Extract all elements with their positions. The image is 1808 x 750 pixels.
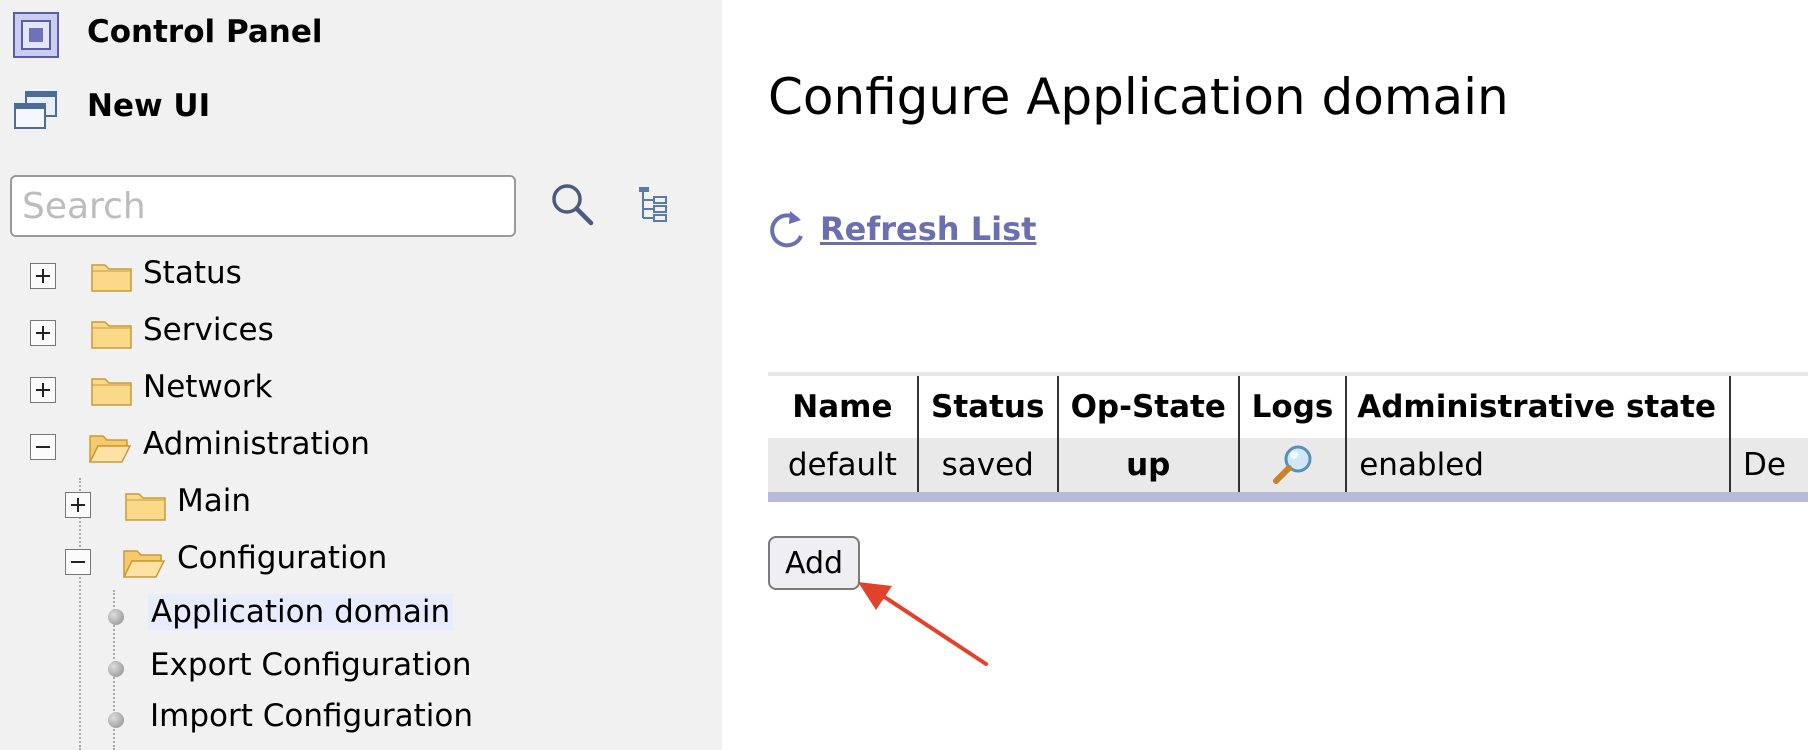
table-header-row: Name Status Op-State Logs Administrative… — [768, 372, 1808, 438]
refresh-list-link[interactable]: Refresh List — [768, 208, 1036, 250]
cell-op-state: up — [1057, 438, 1240, 498]
control-panel-icon — [13, 12, 59, 58]
expand-icon[interactable] — [30, 263, 56, 289]
leaf-bullet-icon — [108, 712, 124, 728]
expand-icon[interactable] — [30, 377, 56, 403]
search-icon — [552, 184, 594, 226]
collapse-icon[interactable] — [30, 434, 56, 460]
expand-icon[interactable] — [65, 492, 91, 518]
leaf-bullet-icon — [108, 609, 124, 625]
column-header-administrative-state[interactable]: Administrative state — [1346, 372, 1732, 438]
annotation-arrow-icon — [858, 582, 988, 666]
cell-extra[interactable]: De — [1730, 438, 1808, 498]
search-input[interactable] — [12, 177, 514, 235]
cell-administrative-state: enabled — [1346, 438, 1732, 498]
folder-icon — [91, 321, 132, 349]
column-header-logs[interactable]: Logs — [1238, 372, 1348, 438]
tree-item-services[interactable] — [30, 308, 56, 358]
search-field — [10, 175, 516, 237]
op-state-value: up — [1126, 447, 1171, 483]
tree-view-icon — [639, 187, 667, 222]
tree-label-services[interactable]: Services — [143, 312, 274, 348]
tree-item-network[interactable] — [30, 365, 56, 415]
cell-status: saved — [917, 438, 1059, 498]
cell-logs — [1238, 438, 1348, 498]
new-ui-link[interactable]: New UI — [12, 86, 210, 136]
tree-item-application-domain[interactable]: Application domain — [148, 594, 454, 630]
tree-item-export-configuration[interactable]: Export Configuration — [150, 647, 472, 683]
application-domain-table: Name Status Op-State Logs Administrative… — [768, 372, 1808, 502]
control-panel-link[interactable]: Control Panel — [12, 10, 322, 60]
refresh-icon — [770, 211, 803, 248]
open-folder-icon — [122, 550, 166, 578]
column-header-name[interactable]: Name — [768, 372, 919, 438]
add-button[interactable]: Add — [768, 536, 860, 590]
column-header-status[interactable]: Status — [917, 372, 1059, 438]
search-button[interactable] — [548, 180, 596, 228]
tree-item-main[interactable] — [65, 480, 91, 530]
refresh-list-label[interactable]: Refresh List — [820, 210, 1036, 248]
new-ui-label: New UI — [87, 88, 211, 124]
folder-icon — [125, 493, 166, 521]
table-row[interactable]: default saved up enabled De — [768, 438, 1808, 498]
folder-icon — [91, 378, 132, 406]
expand-icon[interactable] — [30, 320, 56, 346]
control-panel-label: Control Panel — [87, 14, 323, 50]
tree-label-administration[interactable]: Administration — [143, 426, 370, 462]
new-ui-icon — [14, 91, 57, 129]
tree-label-network[interactable]: Network — [143, 369, 272, 405]
tree-label-status[interactable]: Status — [143, 255, 242, 291]
tree-item-configuration[interactable] — [65, 537, 91, 587]
column-header-extra — [1730, 372, 1808, 438]
navigation-sidebar: Control Panel New UI Search Status Servi… — [0, 0, 722, 750]
column-header-op-state[interactable]: Op-State — [1057, 372, 1240, 438]
cell-name[interactable]: default — [768, 438, 919, 498]
open-folder-icon — [88, 435, 132, 463]
tree-item-import-configuration[interactable]: Import Configuration — [150, 698, 473, 734]
tree-label-configuration[interactable]: Configuration — [177, 540, 387, 576]
magnifier-icon[interactable] — [1270, 443, 1316, 487]
tree-item-status[interactable] — [30, 251, 56, 301]
leaf-bullet-icon — [108, 661, 124, 677]
page-title: Configure Application domain — [768, 68, 1509, 126]
tree-label-main[interactable]: Main — [177, 483, 251, 519]
main-content: Configure Application domain Refresh Lis… — [722, 0, 1808, 750]
collapse-icon[interactable] — [65, 549, 91, 575]
tree-item-administration[interactable] — [30, 422, 56, 472]
folder-icon — [91, 264, 132, 292]
tree-view-button[interactable] — [636, 184, 670, 224]
